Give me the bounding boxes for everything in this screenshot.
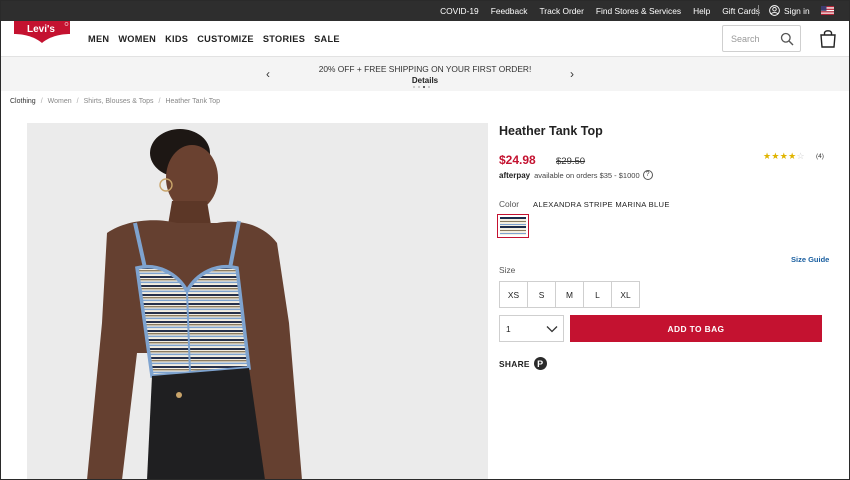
size-options: XS S M L XL xyxy=(499,281,640,308)
swatch-pattern xyxy=(500,217,526,235)
breadcrumb-women[interactable]: Women xyxy=(48,98,72,105)
size-m[interactable]: M xyxy=(555,281,584,308)
add-to-bag-button[interactable]: ADD TO BAG xyxy=(570,315,822,342)
chevron-down-icon xyxy=(546,326,558,333)
utility-link-help[interactable]: Help xyxy=(693,6,710,16)
breadcrumb-separator: / xyxy=(76,98,79,105)
nav-sale[interactable]: SALE xyxy=(314,34,340,44)
nav-stories[interactable]: STORIES xyxy=(263,34,305,44)
promo-details-link[interactable]: Details xyxy=(0,76,850,85)
original-price: $29.50 xyxy=(556,156,586,167)
sign-in-link[interactable]: Sign in xyxy=(769,0,810,21)
afterpay-logo: afterpay xyxy=(499,170,531,180)
search-input[interactable]: Search xyxy=(722,25,801,52)
star-filled-icon: ★ xyxy=(771,151,780,161)
nav-customize[interactable]: CUSTOMIZE xyxy=(197,34,254,44)
share-label: SHARE xyxy=(499,358,530,369)
promo-message: 20% OFF + FREE SHIPPING ON YOUR FIRST OR… xyxy=(318,64,532,74)
star-filled-icon: ★ xyxy=(779,151,789,161)
shopping-bag-icon[interactable] xyxy=(819,29,837,48)
breadcrumb: Clothing / Women / Shirts, Blouses & Top… xyxy=(10,98,220,105)
us-flag-icon[interactable] xyxy=(821,6,834,15)
utility-link-feedback[interactable]: Feedback xyxy=(491,6,528,16)
nav-men[interactable]: MEN xyxy=(88,34,109,44)
size-l[interactable]: L xyxy=(583,281,612,308)
search-placeholder: Search xyxy=(731,34,760,44)
utility-link-covid[interactable]: COVID-19 xyxy=(440,6,479,16)
promo-dot[interactable] xyxy=(428,86,430,88)
nav-women[interactable]: WOMEN xyxy=(118,34,156,44)
rating-stars[interactable]: ★★★★☆ xyxy=(763,151,805,162)
promo-banner: ‹ 20% OFF + FREE SHIPPING ON YOUR FIRST … xyxy=(0,57,850,91)
search-icon[interactable] xyxy=(780,32,794,46)
svg-text:Levi's: Levi's xyxy=(27,24,55,35)
utility-link-gift-cards[interactable]: Gift Cards xyxy=(722,6,760,16)
utility-links: COVID-19 Feedback Track Order Find Store… xyxy=(428,0,760,21)
utility-link-find-stores[interactable]: Find Stores & Services xyxy=(596,6,681,16)
main-header: Levi's MEN WOMEN KIDS CUSTOMIZE STORIES … xyxy=(0,21,850,57)
promo-dot[interactable] xyxy=(418,86,420,88)
promo-next-arrow[interactable]: › xyxy=(570,67,574,81)
promo-dot[interactable] xyxy=(413,86,415,88)
promo-dot[interactable] xyxy=(423,86,425,88)
model-illustration xyxy=(87,129,302,480)
size-s[interactable]: S xyxy=(527,281,556,308)
info-icon[interactable]: ? xyxy=(642,170,653,180)
utility-link-track-order[interactable]: Track Order xyxy=(540,6,584,16)
afterpay-text: available on orders $35 - $1000 xyxy=(534,170,640,180)
utility-divider xyxy=(758,5,759,16)
size-xs[interactable]: XS xyxy=(499,281,528,308)
breadcrumb-separator: / xyxy=(158,98,161,105)
sign-in-label: Sign in xyxy=(784,5,810,16)
user-icon xyxy=(769,5,780,16)
size-guide-link[interactable]: Size Guide xyxy=(791,255,829,264)
breadcrumb-current: Heather Tank Top xyxy=(165,98,221,105)
quantity-value: 1 xyxy=(506,324,511,334)
color-swatch-selected[interactable] xyxy=(497,214,529,238)
promo-dots xyxy=(413,86,433,88)
breadcrumb-separator: / xyxy=(40,98,43,105)
color-value: ALEXANDRA STRIPE MARINA BLUE xyxy=(533,200,670,209)
size-xl[interactable]: XL xyxy=(611,281,640,308)
pinterest-icon[interactable]: P xyxy=(533,357,547,370)
star-empty-icon: ☆ xyxy=(796,151,805,161)
quantity-select[interactable]: 1 xyxy=(499,315,564,342)
product-image[interactable] xyxy=(27,123,488,480)
product-title: Heather Tank Top xyxy=(499,124,603,138)
breadcrumb-shirts[interactable]: Shirts, Blouses & Tops xyxy=(84,98,154,105)
afterpay-info: afterpay available on orders $35 - $1000… xyxy=(499,170,653,180)
size-label: Size xyxy=(499,265,516,275)
nav-kids[interactable]: KIDS xyxy=(165,34,188,44)
share-section: SHARE P xyxy=(499,357,547,370)
breadcrumb-clothing[interactable]: Clothing xyxy=(10,98,36,105)
color-label: Color xyxy=(499,199,520,209)
levis-logo[interactable]: Levi's xyxy=(14,21,70,43)
utility-bar: COVID-19 Feedback Track Order Find Store… xyxy=(0,0,850,21)
review-count[interactable]: (4) xyxy=(816,153,824,160)
main-nav: MEN WOMEN KIDS CUSTOMIZE STORIES SALE xyxy=(88,21,349,57)
sale-price: $24.98 xyxy=(499,153,536,167)
star-filled-icon: ★ xyxy=(788,151,797,161)
